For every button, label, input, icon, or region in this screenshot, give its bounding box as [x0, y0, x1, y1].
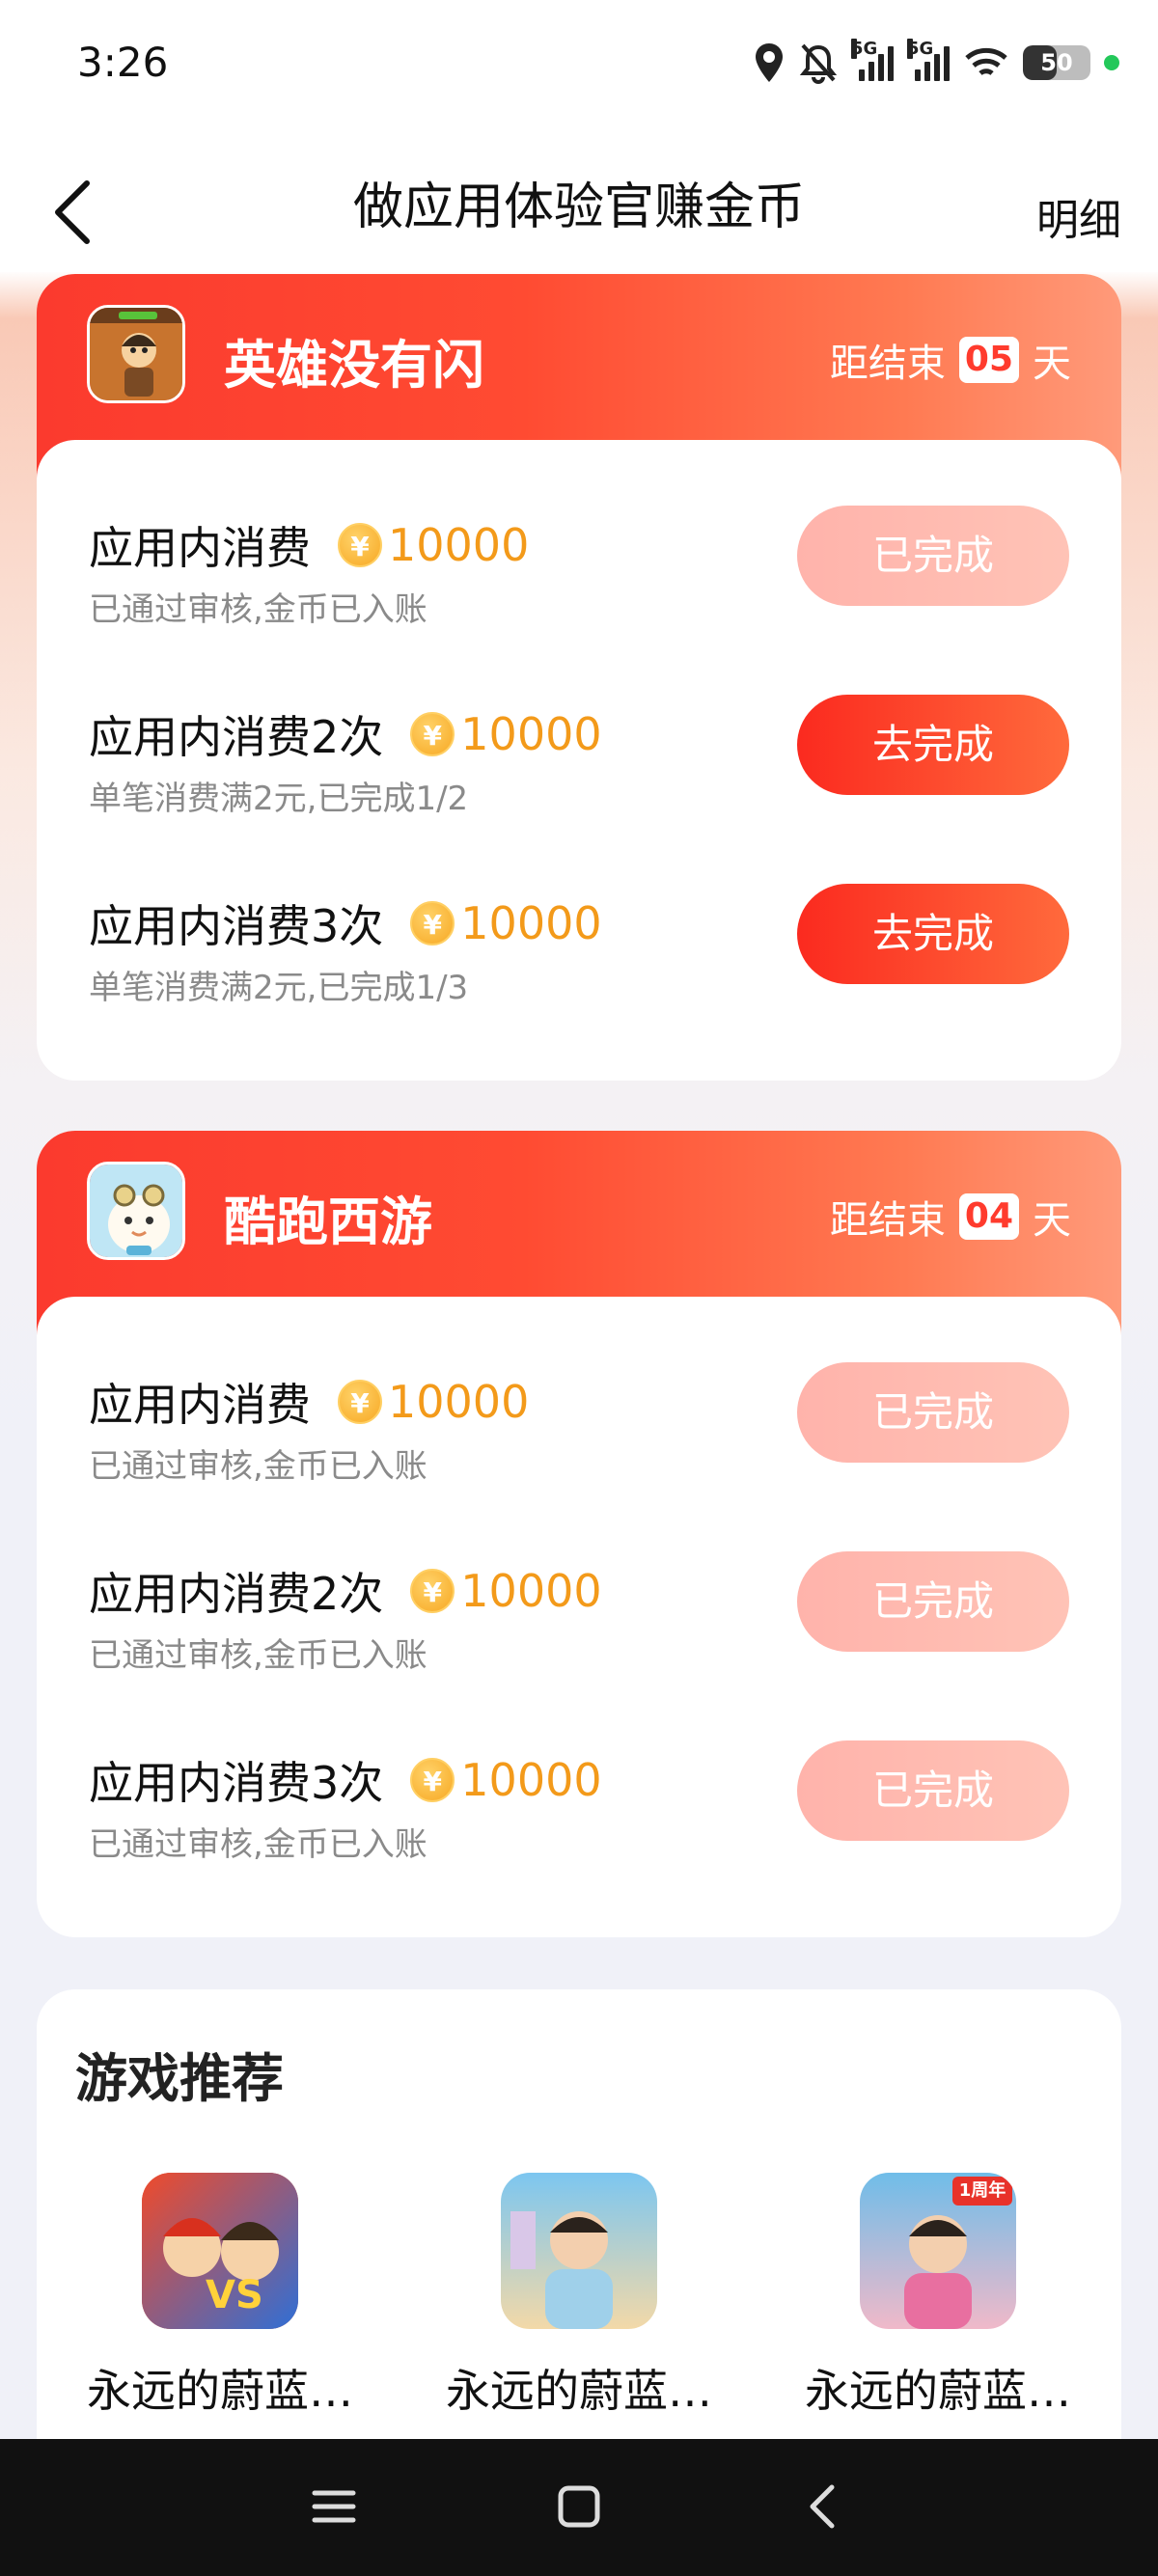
battery-text: 50	[1040, 49, 1073, 76]
status-time: 3:26	[77, 39, 169, 86]
system-nav-bar	[0, 2439, 1158, 2576]
card-body: 应用内消费 ¥ 10000 已通过审核,金币已入账 已完成 应用内消费2次 ¥ …	[37, 440, 1121, 1081]
task-go-button[interactable]: 去完成	[797, 695, 1069, 795]
signal-icon: 5G	[907, 39, 950, 81]
task-reward: 10000	[388, 519, 530, 571]
countdown-days: 05	[958, 337, 1019, 383]
task-row: 应用内消费2次 ¥ 10000 已通过审核,金币已入账 已完成	[89, 1551, 1069, 1694]
task-row: 应用内消费3次 ¥ 10000 已通过审核,金币已入账 已完成	[89, 1740, 1069, 1883]
game-name: 永远的蔚蓝…	[446, 2365, 712, 2417]
game-item[interactable]: 1周年 永远的蔚蓝…	[774, 2173, 1102, 2424]
task-subtitle: 单笔消费满2元,已完成1/3	[89, 969, 469, 1007]
game-name: 永远的蔚蓝…	[805, 2365, 1071, 2417]
task-card: 酷跑西游 距结束 04 天 应用内消费 ¥ 10000 已通过审核,金币已入账 …	[37, 1131, 1121, 1937]
task-go-button[interactable]: 去完成	[797, 884, 1069, 984]
task-subtitle: 单笔消费满2元,已完成1/2	[89, 780, 469, 818]
mute-bell-icon	[799, 43, 838, 84]
app-name: 酷跑西游	[224, 1192, 432, 1252]
task-completed-button[interactable]: 已完成	[797, 1551, 1069, 1652]
privacy-indicator-dot	[1104, 55, 1119, 70]
task-card: 英雄没有闪 距结束 05 天 应用内消费 ¥ 10000 已通过审核,金币已入账…	[37, 274, 1121, 1081]
task-completed-button[interactable]: 已完成	[797, 1362, 1069, 1463]
section-title: 游戏推荐	[75, 2048, 284, 2109]
anniversary-badge: 1周年	[958, 2180, 1006, 2201]
coin-icon: ¥	[410, 901, 455, 945]
countdown-prefix: 距结束	[829, 342, 946, 386]
task-row: 应用内消费3次 ¥ 10000 单笔消费满2元,已完成1/3 去完成	[89, 884, 1069, 1027]
countdown-days: 04	[958, 1193, 1019, 1240]
game-item[interactable]: VS 永远的蔚蓝…	[56, 2173, 384, 2424]
location-icon	[756, 43, 783, 82]
app-icon-kupao[interactable]	[87, 1162, 185, 1260]
network-type-label: 5G	[851, 39, 878, 59]
task-completed-button[interactable]: 已完成	[797, 506, 1069, 606]
coin-icon: ¥	[410, 1569, 455, 1613]
countdown-suffix: 天	[1033, 342, 1071, 386]
task-title: 应用内消费2次	[89, 711, 384, 763]
task-row: 应用内消费 ¥ 10000 已通过审核,金币已入账 已完成	[89, 1362, 1069, 1505]
task-reward: 10000	[460, 897, 602, 949]
game-icon: 1周年	[860, 2173, 1016, 2329]
status-bar: 3:26 5G 5G 50	[0, 0, 1158, 135]
task-title: 应用内消费2次	[89, 1568, 384, 1620]
task-row: 应用内消费2次 ¥ 10000 单笔消费满2元,已完成1/2 去完成	[89, 695, 1069, 837]
task-title: 应用内消费3次	[89, 900, 384, 952]
game-icon	[501, 2173, 657, 2329]
signal-icon: 5G	[851, 39, 894, 81]
countdown-suffix: 天	[1033, 1198, 1071, 1243]
back-nav-icon[interactable]	[795, 2478, 853, 2535]
home-icon[interactable]	[550, 2478, 608, 2535]
menu-icon[interactable]	[305, 2478, 363, 2535]
detail-link[interactable]: 明细	[1036, 185, 1121, 247]
countdown: 距结束 04 天	[830, 1189, 1071, 1245]
task-reward: 10000	[460, 1565, 602, 1617]
svg-text:VS: VS	[206, 2273, 263, 2317]
task-reward: 10000	[388, 1376, 530, 1428]
task-subtitle: 已通过审核,金币已入账	[89, 590, 427, 629]
game-icon: VS	[142, 2173, 298, 2329]
task-reward: 10000	[460, 1754, 602, 1806]
game-item[interactable]: 永远的蔚蓝…	[415, 2173, 743, 2424]
page-title: 做应用体验官赚金币	[352, 178, 805, 236]
task-row: 应用内消费 ¥ 10000 已通过审核,金币已入账 已完成	[89, 506, 1069, 648]
network-type-label: 5G	[907, 39, 934, 59]
task-subtitle: 已通过审核,金币已入账	[89, 1447, 427, 1486]
wifi-icon	[965, 47, 1007, 76]
card-body: 应用内消费 ¥ 10000 已通过审核,金币已入账 已完成 应用内消费2次 ¥ …	[37, 1297, 1121, 1937]
coin-icon: ¥	[338, 1380, 382, 1424]
task-title: 应用内消费3次	[89, 1757, 384, 1809]
status-icons: 5G 5G 50	[753, 39, 1119, 87]
countdown: 距结束 05 天	[830, 332, 1071, 388]
task-title: 应用内消费	[89, 522, 311, 574]
countdown-prefix: 距结束	[829, 1198, 946, 1243]
task-completed-button[interactable]: 已完成	[797, 1740, 1069, 1841]
task-reward: 10000	[460, 708, 602, 760]
coin-icon: ¥	[410, 1758, 455, 1802]
battery-icon: 50	[1023, 45, 1090, 80]
app-name: 英雄没有闪	[224, 335, 484, 396]
task-title: 应用内消费	[89, 1379, 311, 1431]
coin-icon: ¥	[338, 523, 382, 567]
task-subtitle: 已通过审核,金币已入账	[89, 1636, 427, 1675]
coin-icon: ¥	[410, 712, 455, 756]
game-name: 永远的蔚蓝…	[87, 2365, 353, 2417]
task-subtitle: 已通过审核,金币已入账	[89, 1825, 427, 1864]
app-icon-hero[interactable]	[87, 305, 185, 403]
